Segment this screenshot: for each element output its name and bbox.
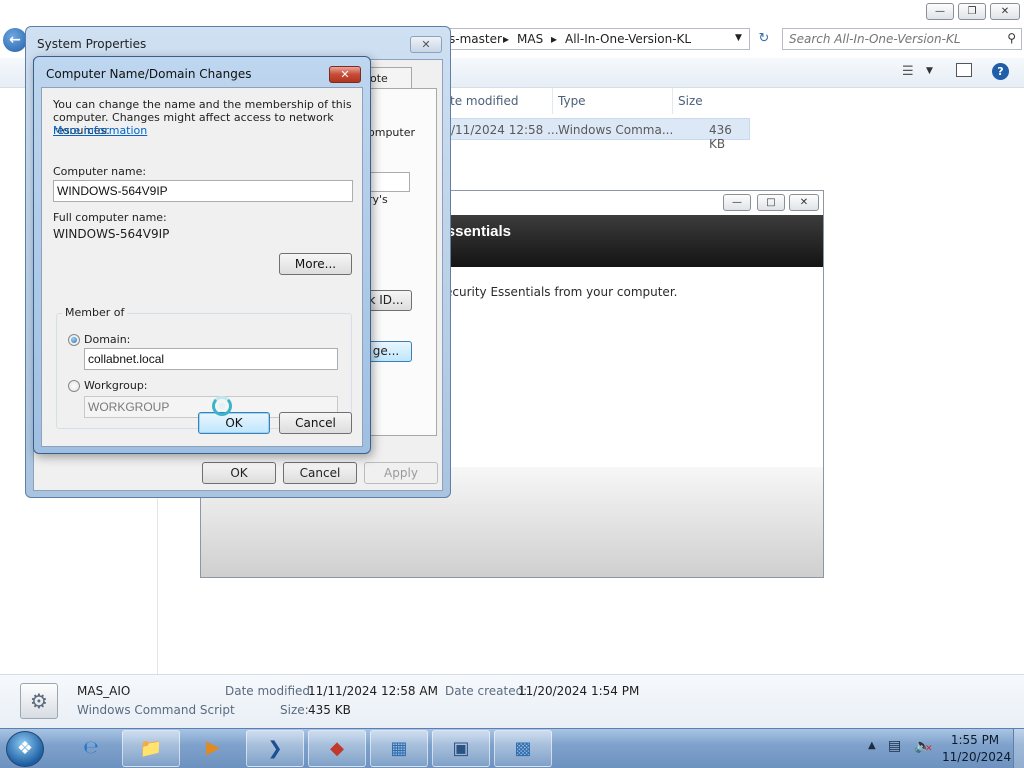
- close-button[interactable]: ✕: [329, 66, 361, 83]
- details-pane: ⚙ MAS_AIO Windows Command Script Date mo…: [0, 674, 1024, 728]
- close-button[interactable]: ✕: [789, 194, 819, 211]
- address-segment[interactable]: s-master: [449, 32, 502, 46]
- dialog-title: System Properties: [37, 37, 147, 51]
- powershell-icon[interactable]: ❯: [246, 730, 304, 767]
- close-button[interactable]: ✕: [990, 3, 1020, 20]
- details-date-created-label: Date created:: [445, 684, 528, 698]
- clock-date[interactable]: 11/20/2024: [942, 750, 1011, 764]
- search-box[interactable]: ⚲: [782, 28, 1022, 50]
- description-field[interactable]: [368, 172, 410, 192]
- minimize-button[interactable]: —: [723, 194, 751, 211]
- domain-field[interactable]: [84, 348, 338, 370]
- preview-pane-icon[interactable]: [956, 63, 972, 77]
- file-row[interactable]: /11/2024 12:58 ... Windows Comma... 436 …: [446, 118, 750, 151]
- computer-name-dialog: Computer Name/Domain Changes ✕ You can c…: [33, 56, 371, 454]
- more-information-link[interactable]: More information: [53, 124, 147, 137]
- minimize-button[interactable]: —: [926, 3, 954, 20]
- more-button[interactable]: More...: [279, 253, 352, 275]
- address-segment[interactable]: All-In-One-Version-KL: [565, 32, 691, 46]
- internet-explorer-icon[interactable]: ℮: [62, 730, 120, 767]
- domain-radio[interactable]: [68, 334, 80, 346]
- folder-icon[interactable]: 📁: [122, 730, 180, 767]
- details-date-modified-label: Date modified:: [225, 684, 315, 698]
- domain-label: Domain:: [84, 333, 131, 346]
- script-file-icon: ⚙: [20, 683, 58, 719]
- restore-button[interactable]: ❐: [958, 3, 986, 20]
- file-type: Windows Comma...: [558, 123, 674, 137]
- control-panel-icon[interactable]: ▦: [370, 730, 428, 767]
- details-size: 435 KB: [308, 703, 351, 717]
- tray-expand-icon[interactable]: ▲: [868, 740, 876, 751]
- refresh-icon[interactable]: ↻: [752, 28, 776, 50]
- explorer-titlebar: — ❐ ✕: [0, 0, 1024, 26]
- address-segment[interactable]: MAS: [517, 32, 543, 46]
- column-size[interactable]: Size: [678, 94, 703, 108]
- show-desktop-button[interactable]: [1013, 729, 1024, 768]
- maximize-button[interactable]: □: [757, 194, 785, 211]
- computer-name-client: You can change the name and the membersh…: [41, 87, 363, 447]
- cancel-button[interactable]: Cancel: [283, 462, 357, 484]
- full-computer-name-label: Full computer name:: [53, 211, 167, 224]
- close-button[interactable]: ✕: [410, 36, 442, 53]
- details-file-name: MAS_AIO: [77, 684, 131, 698]
- member-of-label: Member of: [62, 306, 128, 319]
- computer-name-field[interactable]: [53, 180, 353, 202]
- help-icon[interactable]: ?: [992, 63, 1009, 80]
- column-date-modified[interactable]: te modified: [450, 94, 518, 108]
- computer-name-label: Computer name:: [53, 165, 147, 178]
- details-size-label: Size:: [280, 703, 309, 717]
- details-file-kind: Windows Command Script: [77, 703, 235, 717]
- network-icon[interactable]: ▣: [432, 730, 490, 767]
- chevron-right-icon[interactable]: ▸: [503, 32, 509, 46]
- column-type[interactable]: Type: [558, 94, 586, 108]
- search-input[interactable]: [783, 29, 993, 49]
- uninstall-message: ecurity Essentials from your computer.: [445, 285, 678, 299]
- workgroup-radio[interactable]: [68, 380, 80, 392]
- clock-time[interactable]: 1:55 PM: [950, 733, 1000, 747]
- muted-indicator-icon: ✕: [925, 744, 933, 754]
- cancel-button[interactable]: Cancel: [279, 412, 352, 434]
- busy-cursor-icon: [212, 396, 232, 416]
- network-tray-icon[interactable]: ▤: [888, 738, 901, 754]
- full-computer-name-value: WINDOWS-564V9IP: [53, 227, 170, 241]
- app-icon[interactable]: ◆: [308, 730, 366, 767]
- search-icon[interactable]: ⚲: [1007, 31, 1016, 45]
- file-size: 436 KB: [709, 123, 732, 151]
- details-date-modified: 11/11/2024 12:58 AM: [308, 684, 438, 698]
- details-date-created: 11/20/2024 1:54 PM: [518, 684, 640, 698]
- package-icon[interactable]: ▩: [494, 730, 552, 767]
- chevron-down-icon[interactable]: ▼: [926, 66, 933, 76]
- address-bar[interactable]: s-master ▸ MAS ▸ All-In-One-Version-KL ▼: [446, 28, 750, 50]
- chevron-down-icon[interactable]: ▼: [735, 33, 742, 43]
- workgroup-label: Workgroup:: [84, 379, 148, 392]
- text-fragment: omputer: [368, 126, 416, 139]
- media-player-icon[interactable]: ▶: [184, 730, 242, 767]
- column-headers: te modified Type Size: [446, 88, 752, 114]
- file-date: /11/2024 12:58 ...: [451, 123, 559, 137]
- chevron-right-icon[interactable]: ▸: [551, 32, 557, 46]
- ok-button[interactable]: OK: [202, 462, 276, 484]
- view-options-icon[interactable]: ☰: [902, 64, 914, 79]
- ok-button[interactable]: OK: [198, 412, 270, 434]
- windows-start-orb[interactable]: ❖: [6, 731, 44, 767]
- apply-button[interactable]: Apply: [364, 462, 438, 484]
- back-arrow-icon[interactable]: ←: [3, 28, 27, 52]
- dialog-title: Computer Name/Domain Changes: [46, 67, 252, 81]
